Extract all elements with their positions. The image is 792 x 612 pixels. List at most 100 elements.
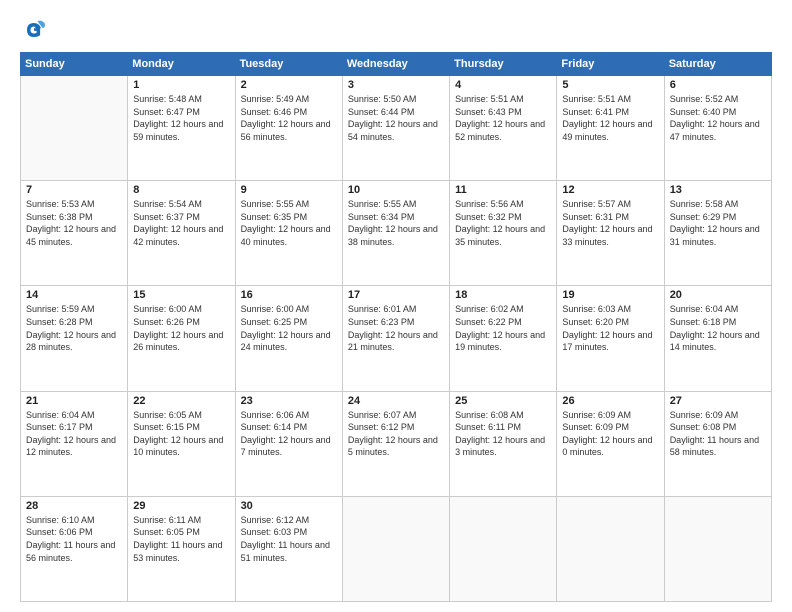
day-info: Sunrise: 5:54 AMSunset: 6:37 PMDaylight:…	[133, 198, 229, 248]
day-cell: 24 Sunrise: 6:07 AMSunset: 6:12 PMDayligh…	[342, 391, 449, 496]
day-number: 13	[670, 184, 766, 196]
day-number: 9	[241, 184, 337, 196]
day-number: 18	[455, 289, 551, 301]
day-info: Sunrise: 6:00 AMSunset: 6:26 PMDaylight:…	[133, 303, 229, 353]
day-info: Sunrise: 6:08 AMSunset: 6:11 PMDaylight:…	[455, 409, 551, 459]
day-cell: 18 Sunrise: 6:02 AMSunset: 6:22 PMDayligh…	[450, 286, 557, 391]
day-info: Sunrise: 5:48 AMSunset: 6:47 PMDaylight:…	[133, 93, 229, 143]
day-info: Sunrise: 5:56 AMSunset: 6:32 PMDaylight:…	[455, 198, 551, 248]
weekday-header-wednesday: Wednesday	[342, 53, 449, 76]
day-info: Sunrise: 5:59 AMSunset: 6:28 PMDaylight:…	[26, 303, 122, 353]
day-cell: 17 Sunrise: 6:01 AMSunset: 6:23 PMDayligh…	[342, 286, 449, 391]
day-number: 20	[670, 289, 766, 301]
day-info: Sunrise: 6:01 AMSunset: 6:23 PMDaylight:…	[348, 303, 444, 353]
day-cell: 29 Sunrise: 6:11 AMSunset: 6:05 PMDayligh…	[128, 496, 235, 601]
day-cell: 9 Sunrise: 5:55 AMSunset: 6:35 PMDaylight…	[235, 181, 342, 286]
day-cell	[21, 76, 128, 181]
day-number: 25	[455, 395, 551, 407]
day-info: Sunrise: 6:04 AMSunset: 6:17 PMDaylight:…	[26, 409, 122, 459]
day-number: 6	[670, 79, 766, 91]
day-number: 24	[348, 395, 444, 407]
day-cell	[557, 496, 664, 601]
day-info: Sunrise: 6:03 AMSunset: 6:20 PMDaylight:…	[562, 303, 658, 353]
day-cell: 8 Sunrise: 5:54 AMSunset: 6:37 PMDaylight…	[128, 181, 235, 286]
day-number: 22	[133, 395, 229, 407]
day-cell: 30 Sunrise: 6:12 AMSunset: 6:03 PMDayligh…	[235, 496, 342, 601]
day-info: Sunrise: 6:02 AMSunset: 6:22 PMDaylight:…	[455, 303, 551, 353]
day-number: 15	[133, 289, 229, 301]
weekday-header-thursday: Thursday	[450, 53, 557, 76]
day-number: 29	[133, 500, 229, 512]
day-info: Sunrise: 5:58 AMSunset: 6:29 PMDaylight:…	[670, 198, 766, 248]
day-info: Sunrise: 5:50 AMSunset: 6:44 PMDaylight:…	[348, 93, 444, 143]
day-cell: 10 Sunrise: 5:55 AMSunset: 6:34 PMDayligh…	[342, 181, 449, 286]
day-cell: 19Sunrise: 6:03 AMSunset: 6:20 PMDayligh…	[557, 286, 664, 391]
logo	[20, 16, 52, 44]
day-cell: 6 Sunrise: 5:52 AMSunset: 6:40 PMDaylight…	[664, 76, 771, 181]
day-info: Sunrise: 6:12 AMSunset: 6:03 PMDaylight:…	[241, 514, 337, 564]
day-cell: 21 Sunrise: 6:04 AMSunset: 6:17 PMDayligh…	[21, 391, 128, 496]
day-cell: 5Sunrise: 5:51 AMSunset: 6:41 PMDaylight…	[557, 76, 664, 181]
weekday-header-monday: Monday	[128, 53, 235, 76]
day-cell: 4Sunrise: 5:51 AMSunset: 6:43 PMDaylight…	[450, 76, 557, 181]
day-info: Sunrise: 6:06 AMSunset: 6:14 PMDaylight:…	[241, 409, 337, 459]
day-number: 10	[348, 184, 444, 196]
day-number: 17	[348, 289, 444, 301]
day-number: 7	[26, 184, 122, 196]
day-info: Sunrise: 5:55 AMSunset: 6:34 PMDaylight:…	[348, 198, 444, 248]
day-cell: 28 Sunrise: 6:10 AMSunset: 6:06 PMDayligh…	[21, 496, 128, 601]
day-cell: 11 Sunrise: 5:56 AMSunset: 6:32 PMDayligh…	[450, 181, 557, 286]
day-number: 16	[241, 289, 337, 301]
day-cell: 22Sunrise: 6:05 AMSunset: 6:15 PMDayligh…	[128, 391, 235, 496]
calendar: SundayMondayTuesdayWednesdayThursdayFrid…	[20, 52, 772, 602]
day-number: 4	[455, 79, 551, 91]
day-cell: 16 Sunrise: 6:00 AMSunset: 6:25 PMDayligh…	[235, 286, 342, 391]
day-cell: 13 Sunrise: 5:58 AMSunset: 6:29 PMDayligh…	[664, 181, 771, 286]
day-cell: 15 Sunrise: 6:00 AMSunset: 6:26 PMDayligh…	[128, 286, 235, 391]
day-info: Sunrise: 6:07 AMSunset: 6:12 PMDaylight:…	[348, 409, 444, 459]
day-number: 21	[26, 395, 122, 407]
day-info: Sunrise: 5:55 AMSunset: 6:35 PMDaylight:…	[241, 198, 337, 248]
day-cell: 25 Sunrise: 6:08 AMSunset: 6:11 PMDayligh…	[450, 391, 557, 496]
week-row-5: 28 Sunrise: 6:10 AMSunset: 6:06 PMDayligh…	[21, 496, 772, 601]
day-cell: 27Sunrise: 6:09 AMSunset: 6:08 PMDayligh…	[664, 391, 771, 496]
day-info: Sunrise: 6:00 AMSunset: 6:25 PMDaylight:…	[241, 303, 337, 353]
logo-icon	[20, 16, 48, 44]
day-number: 26	[562, 395, 658, 407]
day-number: 2	[241, 79, 337, 91]
day-cell: 3 Sunrise: 5:50 AMSunset: 6:44 PMDaylight…	[342, 76, 449, 181]
day-cell: 20Sunrise: 6:04 AMSunset: 6:18 PMDayligh…	[664, 286, 771, 391]
page: SundayMondayTuesdayWednesdayThursdayFrid…	[0, 0, 792, 612]
day-number: 3	[348, 79, 444, 91]
weekday-header-saturday: Saturday	[664, 53, 771, 76]
day-number: 11	[455, 184, 551, 196]
day-info: Sunrise: 6:09 AMSunset: 6:09 PMDaylight:…	[562, 409, 658, 459]
day-info: Sunrise: 5:52 AMSunset: 6:40 PMDaylight:…	[670, 93, 766, 143]
day-info: Sunrise: 5:57 AMSunset: 6:31 PMDaylight:…	[562, 198, 658, 248]
day-cell: 23 Sunrise: 6:06 AMSunset: 6:14 PMDayligh…	[235, 391, 342, 496]
day-info: Sunrise: 6:11 AMSunset: 6:05 PMDaylight:…	[133, 514, 229, 564]
day-number: 28	[26, 500, 122, 512]
day-info: Sunrise: 6:09 AMSunset: 6:08 PMDaylight:…	[670, 409, 766, 459]
day-cell: 14 Sunrise: 5:59 AMSunset: 6:28 PMDayligh…	[21, 286, 128, 391]
day-number: 23	[241, 395, 337, 407]
day-info: Sunrise: 5:51 AMSunset: 6:41 PMDaylight:…	[562, 93, 658, 143]
day-number: 8	[133, 184, 229, 196]
week-row-4: 21 Sunrise: 6:04 AMSunset: 6:17 PMDayligh…	[21, 391, 772, 496]
day-cell	[342, 496, 449, 601]
day-number: 1	[133, 79, 229, 91]
day-info: Sunrise: 5:53 AMSunset: 6:38 PMDaylight:…	[26, 198, 122, 248]
weekday-header-friday: Friday	[557, 53, 664, 76]
day-number: 30	[241, 500, 337, 512]
week-row-3: 14 Sunrise: 5:59 AMSunset: 6:28 PMDayligh…	[21, 286, 772, 391]
day-number: 14	[26, 289, 122, 301]
day-cell: 2Sunrise: 5:49 AMSunset: 6:46 PMDaylight…	[235, 76, 342, 181]
day-cell: 7 Sunrise: 5:53 AMSunset: 6:38 PMDaylight…	[21, 181, 128, 286]
day-number: 12	[562, 184, 658, 196]
day-cell: 1 Sunrise: 5:48 AMSunset: 6:47 PMDaylight…	[128, 76, 235, 181]
day-info: Sunrise: 6:10 AMSunset: 6:06 PMDaylight:…	[26, 514, 122, 564]
weekday-header-tuesday: Tuesday	[235, 53, 342, 76]
week-row-1: 1 Sunrise: 5:48 AMSunset: 6:47 PMDaylight…	[21, 76, 772, 181]
day-cell: 12 Sunrise: 5:57 AMSunset: 6:31 PMDayligh…	[557, 181, 664, 286]
header	[20, 16, 772, 44]
